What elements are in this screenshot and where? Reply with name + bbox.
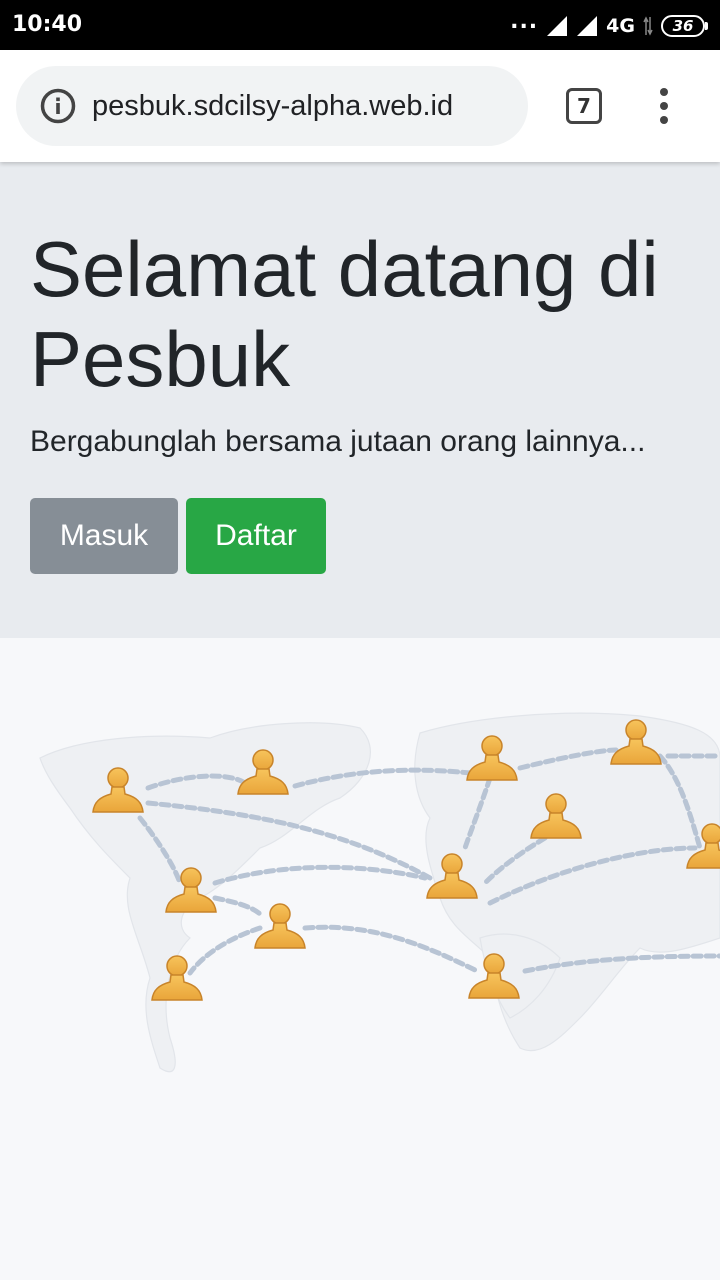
signal-icon-2 <box>577 16 598 36</box>
page-subtitle: Bergabunglah bersama jutaan orang lainny… <box>30 425 646 458</box>
hero-section: Selamat datang di Pesbuk Bergabunglah be… <box>0 162 720 638</box>
person-icon <box>254 903 306 949</box>
battery-icon: 36 <box>661 15 708 37</box>
browser-toolbar: pesbuk.sdcilsy-alpha.web.id 7 <box>0 50 720 162</box>
page-title: Selamat datang di Pesbuk <box>30 225 659 403</box>
register-button[interactable]: Daftar <box>186 498 326 574</box>
login-button[interactable]: Masuk <box>30 498 178 574</box>
world-map-shape <box>39 712 720 1073</box>
info-icon[interactable] <box>40 88 76 124</box>
notification-dots: ... <box>510 9 539 34</box>
world-network-image <box>39 712 720 1073</box>
address-bar[interactable]: pesbuk.sdcilsy-alpha.web.id <box>16 66 528 146</box>
network-illustration <box>0 638 720 1280</box>
status-bar: 10:40 ... 4G 36 <box>0 0 720 50</box>
status-time: 10:40 <box>12 12 83 37</box>
status-indicators: ... 4G 36 <box>510 9 708 40</box>
tab-switcher-button[interactable]: 7 <box>566 88 602 124</box>
network-type: 4G <box>606 15 635 37</box>
more-menu-icon[interactable] <box>650 86 678 126</box>
signal-icon <box>547 16 568 36</box>
battery-level: 36 <box>661 15 705 37</box>
url-text[interactable]: pesbuk.sdcilsy-alpha.web.id <box>92 90 453 123</box>
data-transfer-icon <box>643 16 653 36</box>
